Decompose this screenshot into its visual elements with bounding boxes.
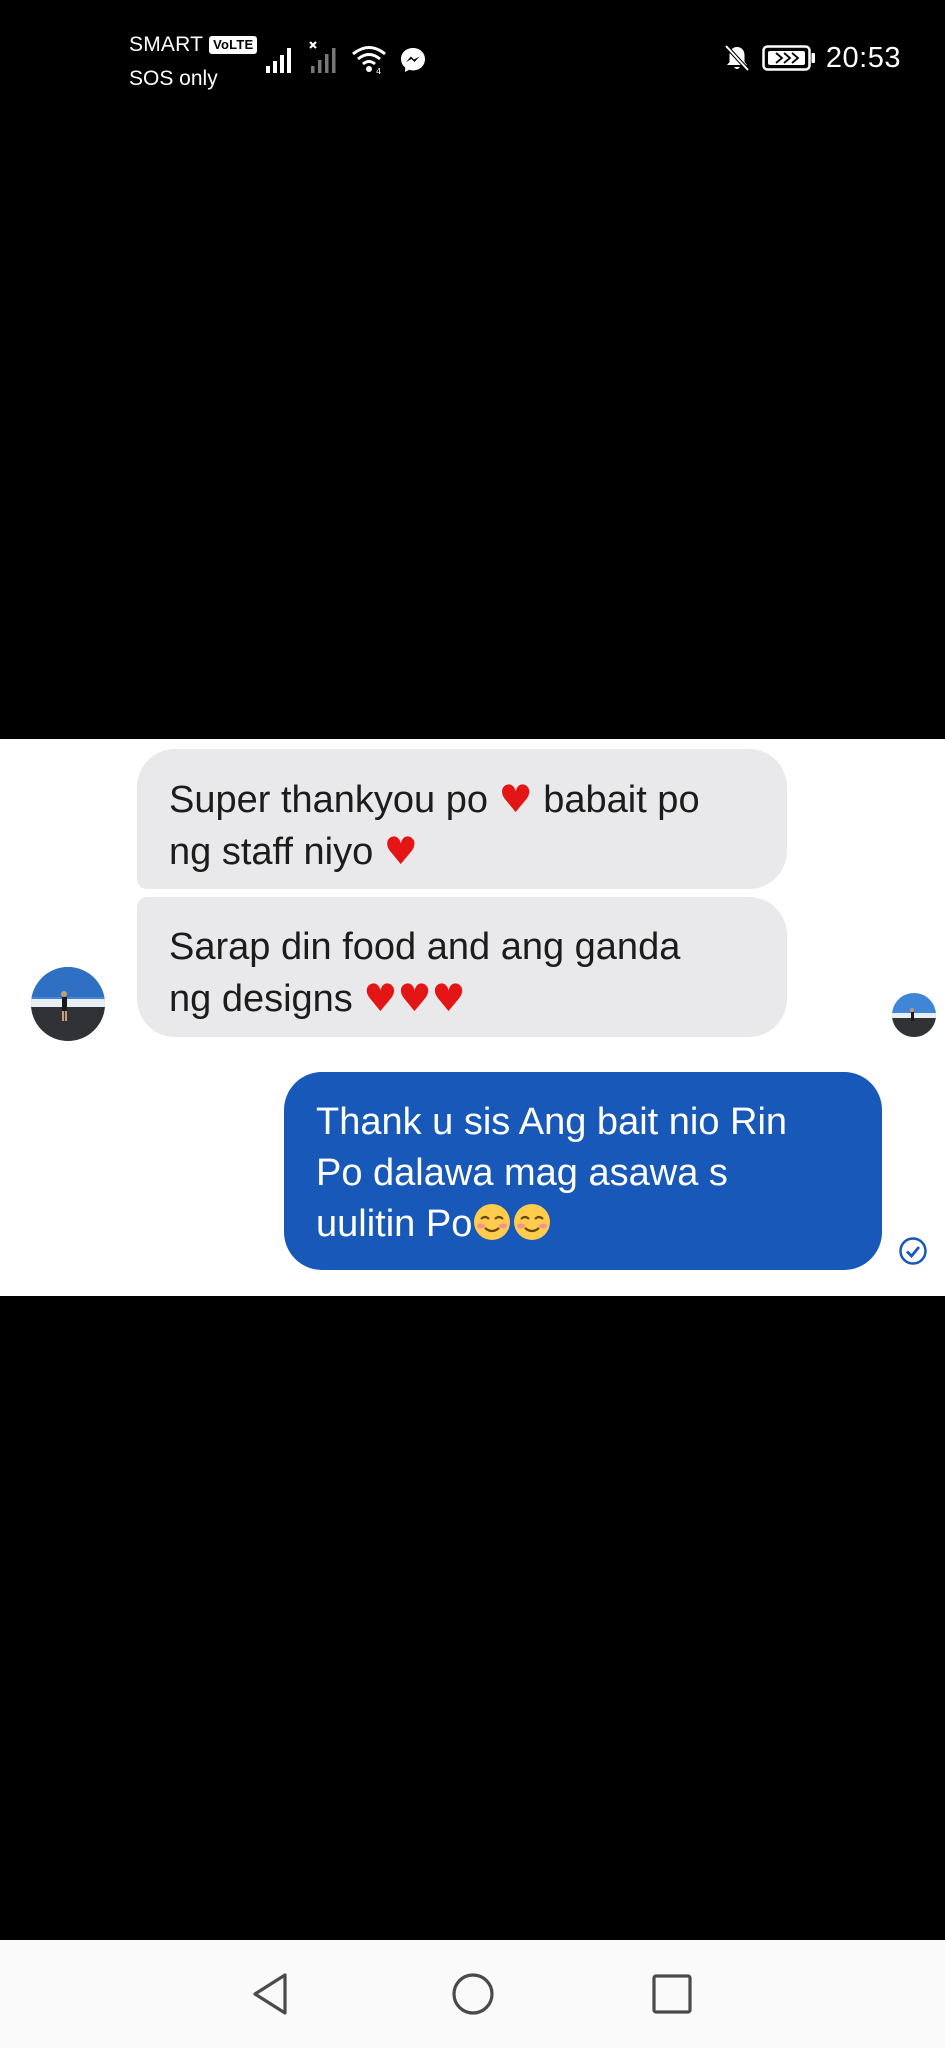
heart-icon: ♥ — [383, 829, 418, 873]
navigation-bar — [0, 1940, 945, 2048]
carrier-info: SMART VoLTE SOS only — [129, 30, 258, 94]
message-text: babait po — [532, 779, 700, 821]
signal-no-service-icon — [309, 41, 336, 73]
messenger-icon — [401, 48, 425, 72]
status-icons-left: 4 — [265, 40, 427, 74]
clock: 20:53 — [825, 41, 901, 74]
smiling-face-icon — [474, 1204, 511, 1240]
message-text: Po dalawa mag asawa s — [316, 1152, 728, 1194]
heart-icon: ♥ — [498, 777, 533, 821]
carrier-name: SMART — [129, 33, 204, 56]
message-text: ng staff niyo — [169, 831, 384, 873]
sender-avatar — [31, 967, 105, 1041]
back-icon — [253, 1973, 287, 2015]
message-text: ng designs — [169, 978, 364, 1020]
signal-icon — [266, 48, 291, 73]
wifi-icon: 4 — [352, 46, 386, 74]
status-bar: SMART VoLTE SOS only 4 20:53 — [0, 0, 945, 110]
hearts-icon: ♥♥♥ — [363, 976, 466, 1020]
svg-text:4: 4 — [376, 67, 381, 74]
home-icon — [452, 1973, 494, 2015]
seen-avatar — [892, 993, 936, 1037]
outgoing-message: Thank u sis Ang bait nio Rin Po dalawa m… — [284, 1072, 882, 1270]
sos-status: SOS only — [129, 67, 218, 90]
battery-icon — [762, 45, 815, 71]
incoming-message-1: Super thankyou po ♥ babait po ng staff n… — [137, 749, 787, 889]
message-text: Super thankyou po — [169, 779, 489, 821]
message-text: Thank u sis Ang bait nio Rin — [316, 1101, 788, 1143]
smiling-face-icon — [514, 1204, 551, 1240]
recents-icon — [652, 1974, 692, 2014]
carrier-label: SMART VoLTE — [129, 30, 258, 60]
incoming-message-2: Sarap din food and ang ganda ng designs … — [137, 897, 787, 1037]
sent-check-icon — [899, 1237, 927, 1265]
recents-button[interactable] — [646, 1968, 698, 2020]
home-button[interactable] — [447, 1968, 499, 2020]
back-button[interactable] — [244, 1968, 296, 2020]
volte-badge: VoLTE — [209, 36, 258, 54]
message-text: uulitin Po — [316, 1203, 473, 1245]
chat-screenshot: Super thankyou po ♥ babait po ng staff n… — [0, 739, 945, 1296]
bell-off-icon — [724, 44, 750, 72]
status-icons-right: 20:53 — [722, 38, 901, 78]
message-text: Sarap din food and ang ganda — [169, 926, 681, 968]
